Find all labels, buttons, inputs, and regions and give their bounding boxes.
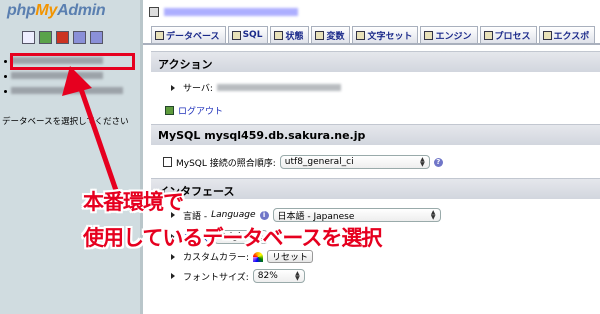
server-label: サーバ: xyxy=(183,84,213,94)
left-navigation: phpMyAdmin データベースを選択してください xyxy=(0,0,140,314)
tab-sql[interactable]: SQL xyxy=(227,26,269,43)
bullet-icon xyxy=(171,273,175,279)
breadcrumb xyxy=(149,6,298,18)
database-icon xyxy=(155,30,164,40)
language-value: 日本語 - Japanese xyxy=(277,211,355,222)
color-picker-icon[interactable] xyxy=(253,251,264,262)
server-hostname xyxy=(216,84,341,91)
interface-heading: インタフェース xyxy=(151,178,600,199)
font-size-label: フォントサイズ: xyxy=(183,272,249,283)
documentation-icon[interactable] xyxy=(73,31,86,44)
actions-heading: アクション xyxy=(151,51,600,72)
tab-variables[interactable]: 変数 xyxy=(311,26,351,43)
sql-icon xyxy=(231,30,241,40)
collation-row: MySQL 接続の照合順序: utf8_general_ci ▲ ▼ ? xyxy=(163,155,443,169)
collation-label: MySQL 接続の照合順序: xyxy=(176,158,276,169)
tab-charsets[interactable]: 文字セット xyxy=(352,26,419,43)
collation-value: utf8_general_ci xyxy=(284,157,354,167)
font-size-row: フォントサイズ: 82% ▲ ▼ xyxy=(171,269,305,283)
annotation-text-line1: 本番環境で xyxy=(83,190,184,214)
help-icon[interactable]: ? xyxy=(433,157,443,167)
phpmyadmin-window: phpMyAdmin データベースを選択してください データベース SQL 状態… xyxy=(0,0,600,314)
process-icon xyxy=(483,30,493,40)
select-arrows-icon: ▲ ▼ xyxy=(420,156,425,168)
engine-icon xyxy=(424,30,434,40)
charset-icon xyxy=(356,30,366,40)
bullet-icon xyxy=(171,253,175,260)
home-icon[interactable] xyxy=(22,31,35,44)
server-icon xyxy=(149,7,159,17)
export-icon xyxy=(542,30,552,40)
bullet-icon xyxy=(171,84,175,91)
tab-processes[interactable]: プロセス xyxy=(479,26,537,43)
status-icon xyxy=(274,30,284,40)
server-link[interactable] xyxy=(164,8,298,16)
tab-underline xyxy=(143,43,600,45)
logout-link[interactable]: ログアウト xyxy=(178,104,223,117)
collation-icon xyxy=(163,157,172,167)
main-content: データベース SQL 状態 変数 文字セット エンジン プロセス エクスポ アク… xyxy=(143,0,600,314)
mysql-heading: MySQL mysql459.db.sakura.ne.jp xyxy=(151,124,600,145)
tab-engines[interactable]: エンジン xyxy=(420,26,478,43)
language-row: 言語 - Language i 日本語 - Japanese ▲ ▼ xyxy=(171,208,441,222)
sql-docs-icon[interactable] xyxy=(56,31,69,44)
info-icon[interactable]: i xyxy=(259,210,269,220)
query-window-icon[interactable] xyxy=(39,31,52,44)
database-item[interactable] xyxy=(4,71,123,86)
reload-icon[interactable] xyxy=(90,31,103,44)
logout-icon xyxy=(165,106,174,115)
server-row: サーバ: xyxy=(171,81,341,94)
database-item[interactable] xyxy=(4,86,123,101)
select-arrows-icon: ▲ ▼ xyxy=(295,270,300,282)
nav-icon-bar xyxy=(22,31,103,44)
select-arrows-icon: ▲ ▼ xyxy=(430,209,436,221)
font-size-value: 82% xyxy=(257,271,278,281)
tab-status[interactable]: 状態 xyxy=(270,26,310,43)
language-label-en: Language xyxy=(211,210,256,220)
annotation-text-line2: 使用しているデータベースを選択 xyxy=(83,226,382,250)
top-tabs: データベース SQL 状態 変数 文字セット エンジン プロセス エクスポ xyxy=(151,26,596,43)
language-select[interactable]: 日本語 - Japanese ▲ ▼ xyxy=(272,208,441,222)
phpmyadmin-logo[interactable]: phpMyAdmin xyxy=(7,2,106,20)
language-label: 言語 - xyxy=(183,211,208,222)
logout-row[interactable]: ログアウト xyxy=(165,104,223,117)
variables-icon xyxy=(315,30,325,40)
tab-databases[interactable]: データベース xyxy=(151,26,226,43)
font-size-select[interactable]: 82% ▲ ▼ xyxy=(252,269,305,283)
tab-export[interactable]: エクスポ xyxy=(538,26,596,43)
select-database-hint: データベースを選択してください xyxy=(2,117,129,127)
collation-select[interactable]: utf8_general_ci ▲ ▼ xyxy=(279,155,430,169)
highlight-box xyxy=(10,53,135,70)
